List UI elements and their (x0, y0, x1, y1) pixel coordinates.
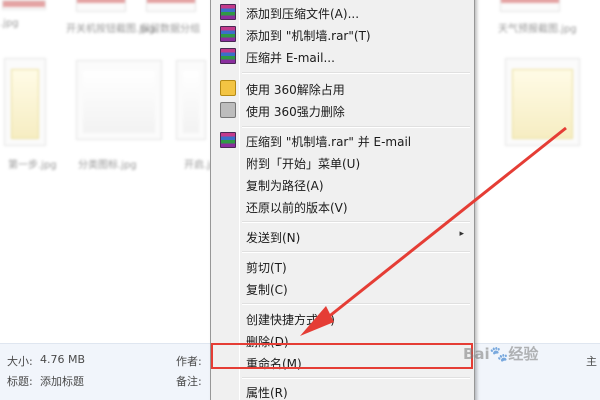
arrow-head (300, 306, 334, 336)
baidu-watermark: Bai🐾经验 (463, 345, 539, 363)
annotation-arrow (300, 126, 567, 336)
arrow-line (321, 126, 567, 324)
